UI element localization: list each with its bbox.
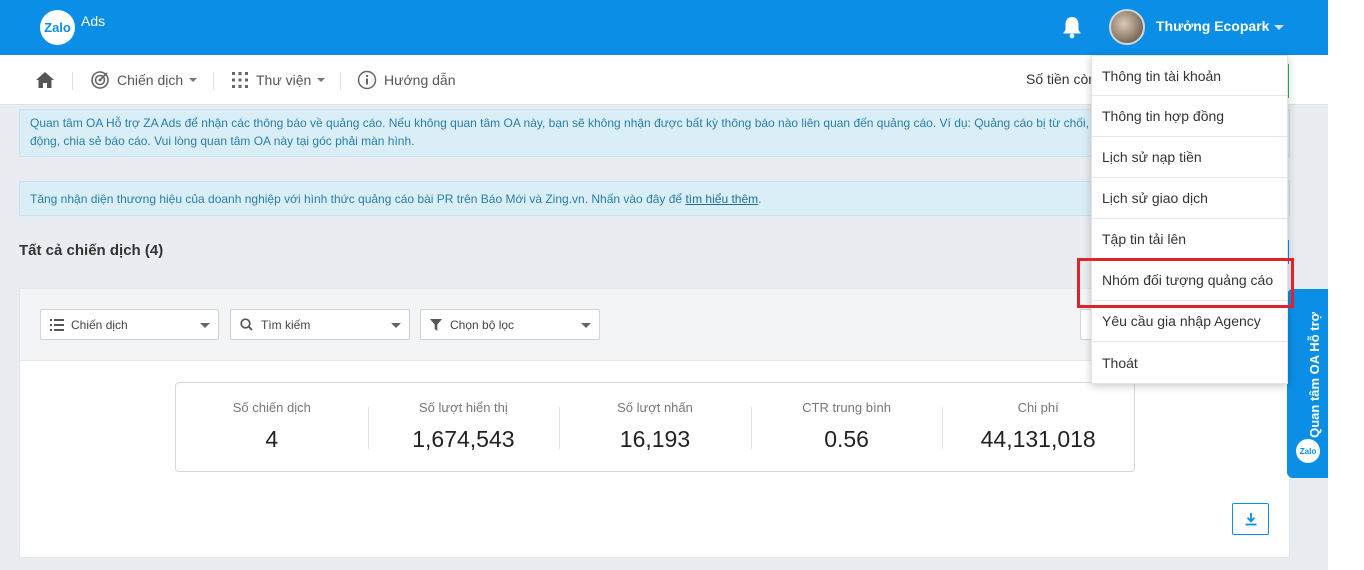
menu-item-contract-info[interactable]: Thông tin hợp đồng xyxy=(1092,96,1287,137)
pr-notice-text: Tăng nhận diện thương hiệu của doanh ngh… xyxy=(30,192,686,206)
stat-value: 16,193 xyxy=(619,426,691,452)
stat-value: 1,674,543 xyxy=(412,426,515,452)
nav-home[interactable] xyxy=(35,55,55,105)
stat-impressions: Số lượt hiển thị 1,674,543 xyxy=(367,383,560,471)
nav-guide-label: Hướng dẫn xyxy=(384,72,456,88)
filter-icon xyxy=(430,318,442,331)
campaign-level-select-label: Chiến dịch xyxy=(71,317,128,332)
nav-campaigns[interactable]: Chiến dịch xyxy=(90,55,198,105)
nav-library[interactable]: Thư viện xyxy=(231,55,326,105)
stat-label: Số lượt nhấn xyxy=(617,400,693,415)
follow-oa-tab[interactable]: Quan tâm OA Hỗ trợ Zalo xyxy=(1287,289,1328,478)
stat-ctr: CTR trung bình 0.56 xyxy=(750,383,943,471)
grid-icon xyxy=(232,72,248,88)
search-select-label: Tìm kiếm xyxy=(261,317,311,332)
nav-library-label: Thư viện xyxy=(256,72,312,88)
username[interactable]: Thưởng Ecopark xyxy=(1156,18,1269,34)
filter-select-label: Chọn bộ lọc xyxy=(450,317,515,332)
top-bar: Zalo Ads Thưởng Ecopark xyxy=(0,0,1328,55)
stat-label: Số chiến dịch xyxy=(232,400,311,415)
menu-item-account-info[interactable]: Thông tin tài khoản xyxy=(1092,56,1287,96)
campaign-level-select[interactable]: Chiến dịch xyxy=(40,309,219,340)
chevron-down-icon xyxy=(317,78,326,82)
learn-more-link[interactable]: tìm hiểu thêm xyxy=(685,192,758,206)
chevron-down-icon[interactable] xyxy=(1274,25,1284,30)
menu-item-transaction-history[interactable]: Lịch sử giao dịch xyxy=(1092,178,1287,219)
balance-label: Số tiền còn xyxy=(1026,71,1097,87)
menu-item-topup-history[interactable]: Lịch sử nạp tiền xyxy=(1092,137,1287,178)
nav-divider xyxy=(340,72,341,90)
pr-notice-suffix: . xyxy=(758,192,762,206)
stat-cost: Chi phí 44,131,018 xyxy=(942,383,1134,471)
stats-summary: Số chiến dịch 4 Số lượt hiển thị 1,674,5… xyxy=(175,382,1135,472)
download-icon xyxy=(1245,513,1256,526)
stat-value: 44,131,018 xyxy=(980,426,1096,452)
search-select[interactable]: Tìm kiếm xyxy=(230,309,410,340)
stat-value: 0.56 xyxy=(824,426,869,452)
bell-icon[interactable] xyxy=(1061,15,1083,39)
zalo-ads-logo[interactable]: Zalo Ads xyxy=(40,10,105,45)
search-icon xyxy=(240,318,253,331)
highlight-box xyxy=(1077,258,1294,308)
ads-logo-text: Ads xyxy=(81,12,106,29)
zalo-logo-icon: Zalo xyxy=(1296,439,1320,463)
nav-campaigns-label: Chiến dịch xyxy=(117,72,184,88)
chevron-down-icon xyxy=(391,323,401,328)
download-button[interactable] xyxy=(1232,503,1269,535)
nav-divider xyxy=(213,72,214,90)
stat-label: CTR trung bình xyxy=(802,400,892,415)
stat-label: Chi phí xyxy=(1017,400,1059,415)
menu-item-logout[interactable]: Thoát xyxy=(1092,342,1287,383)
stat-value: 4 xyxy=(265,426,279,452)
info-icon xyxy=(357,70,377,90)
target-icon xyxy=(91,71,109,89)
list-icon xyxy=(50,318,64,331)
app-root: Zalo Ads Thưởng Ecopark Chiến dịch Thư v… xyxy=(0,0,1328,570)
stat-clicks: Số lượt nhấn 16,193 xyxy=(559,383,751,471)
chevron-down-icon xyxy=(189,78,198,82)
filter-select[interactable]: Chọn bộ lọc xyxy=(420,309,600,340)
nav-divider xyxy=(72,72,73,90)
avatar[interactable] xyxy=(1109,9,1145,45)
chevron-down-icon xyxy=(581,323,591,328)
follow-oa-label: Quan tâm OA Hỗ trợ xyxy=(1307,312,1322,438)
stat-label: Số lượt hiển thị xyxy=(419,400,508,415)
nav-guide[interactable]: Hướng dẫn xyxy=(357,55,455,105)
user-dropdown-menu: Thông tin tài khoản Thông tin hợp đồng L… xyxy=(1091,55,1288,384)
stat-campaign-count: Số chiến dịch 4 xyxy=(176,383,368,471)
page-title: Tất cả chiến dịch (4) xyxy=(19,242,164,259)
chevron-down-icon xyxy=(200,323,210,328)
zalo-logo-badge: Zalo xyxy=(40,10,75,45)
menu-item-uploaded-files[interactable]: Tập tin tải lên xyxy=(1092,219,1287,260)
home-icon xyxy=(36,72,54,88)
